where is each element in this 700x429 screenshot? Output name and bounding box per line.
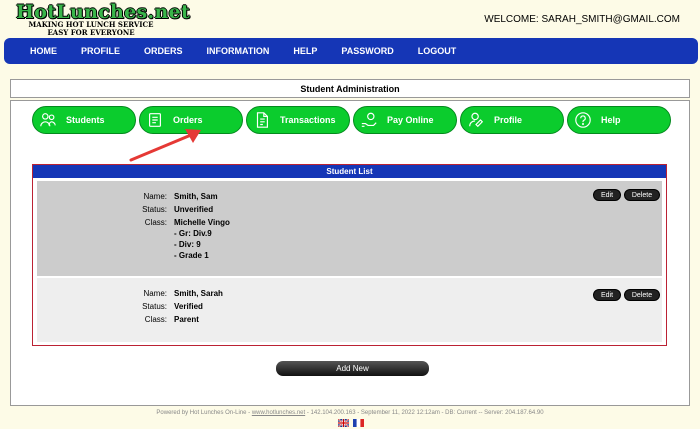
student-list: Student List Name: Smith, Sam Status: Un… — [32, 164, 667, 346]
nav-profile[interactable]: PROFILE — [81, 46, 120, 56]
tab-help[interactable]: Help — [567, 106, 671, 134]
nav-home[interactable]: HOME — [30, 46, 57, 56]
nav-help[interactable]: HELP — [293, 46, 317, 56]
footer-link[interactable]: www.hotlunches.net — [252, 410, 305, 416]
student-status: Verified — [174, 302, 203, 311]
panel-title: Student Administration — [10, 79, 690, 98]
profile-icon — [465, 109, 487, 131]
logo-tagline: MAKING HOT LUNCH SERVICE EASY FOR EVERYO… — [16, 21, 166, 37]
student-class-line: Michelle Vingo — [174, 218, 230, 227]
student-name: Smith, Sam — [174, 192, 218, 201]
welcome-text: WELCOME: SARAH_SMITH@GMAIL.COM — [484, 14, 680, 25]
name-label: Name: — [143, 289, 167, 298]
student-row: Name: Smith, Sarah Status: Verified Clas… — [37, 278, 662, 342]
main-panel: Students Orders Transactions Pay Online … — [10, 100, 690, 406]
logo[interactable]: HotLunches.net MAKING HOT LUNCH SERVICE … — [16, 1, 191, 37]
student-list-title: Student List — [33, 165, 666, 178]
class-label: Class: — [144, 315, 167, 324]
add-new-button[interactable]: Add New — [276, 361, 429, 376]
student-class-line: - Div: 9 — [174, 240, 201, 249]
student-class-line: Parent — [174, 315, 199, 324]
footer: Powered by Hot Lunches On-Line - www.hot… — [0, 410, 700, 416]
nav-password[interactable]: PASSWORD — [341, 46, 393, 56]
tab-profile[interactable]: Profile — [460, 106, 564, 134]
student-class-line: - Grade 1 — [174, 251, 209, 260]
tab-transactions[interactable]: Transactions — [246, 106, 350, 134]
status-label: Status: — [142, 205, 167, 214]
student-row: Name: Smith, Sam Status: Unverified Clas… — [37, 181, 662, 276]
student-status: Unverified — [174, 205, 214, 214]
status-label: Status: — [142, 302, 167, 311]
tab-transactions-label: Transactions — [280, 115, 336, 125]
language-flags — [338, 419, 364, 427]
delete-button[interactable]: Delete — [624, 289, 660, 301]
footer-prefix: Powered by Hot Lunches On-Line - — [156, 410, 252, 416]
class-label: Class: — [144, 218, 167, 227]
student-name: Smith, Sarah — [174, 289, 223, 298]
help-icon — [572, 109, 594, 131]
name-label: Name: — [143, 192, 167, 201]
edit-button[interactable]: Edit — [593, 289, 621, 301]
delete-button[interactable]: Delete — [624, 189, 660, 201]
pay-online-icon — [358, 109, 380, 131]
tab-students-label: Students — [66, 115, 105, 125]
logo-title: HotLunches.net — [16, 1, 191, 23]
english-flag-icon[interactable] — [338, 419, 349, 427]
students-icon — [37, 109, 59, 131]
annotation-arrow-icon — [129, 129, 201, 162]
nav-information[interactable]: INFORMATION — [207, 46, 270, 56]
logo-tagline-line-2: EASY FOR EVERYONE — [47, 28, 135, 37]
nav-logout[interactable]: LOGOUT — [418, 46, 457, 56]
tab-pay-online[interactable]: Pay Online — [353, 106, 457, 134]
tab-students[interactable]: Students — [32, 106, 136, 134]
tab-help-label: Help — [601, 115, 621, 125]
tab-pay-online-label: Pay Online — [387, 115, 434, 125]
student-class-line: - Gr: Div.9 — [174, 229, 212, 238]
transactions-icon — [251, 109, 273, 131]
french-flag-icon[interactable] — [353, 419, 364, 427]
edit-button[interactable]: Edit — [593, 189, 621, 201]
main-nav: HOME PROFILE ORDERS INFORMATION HELP PAS… — [4, 38, 698, 64]
tab-profile-label: Profile — [494, 115, 523, 125]
footer-suffix: - 142.104.200.163 - September 11, 2022 1… — [305, 410, 544, 416]
nav-orders[interactable]: ORDERS — [144, 46, 183, 56]
